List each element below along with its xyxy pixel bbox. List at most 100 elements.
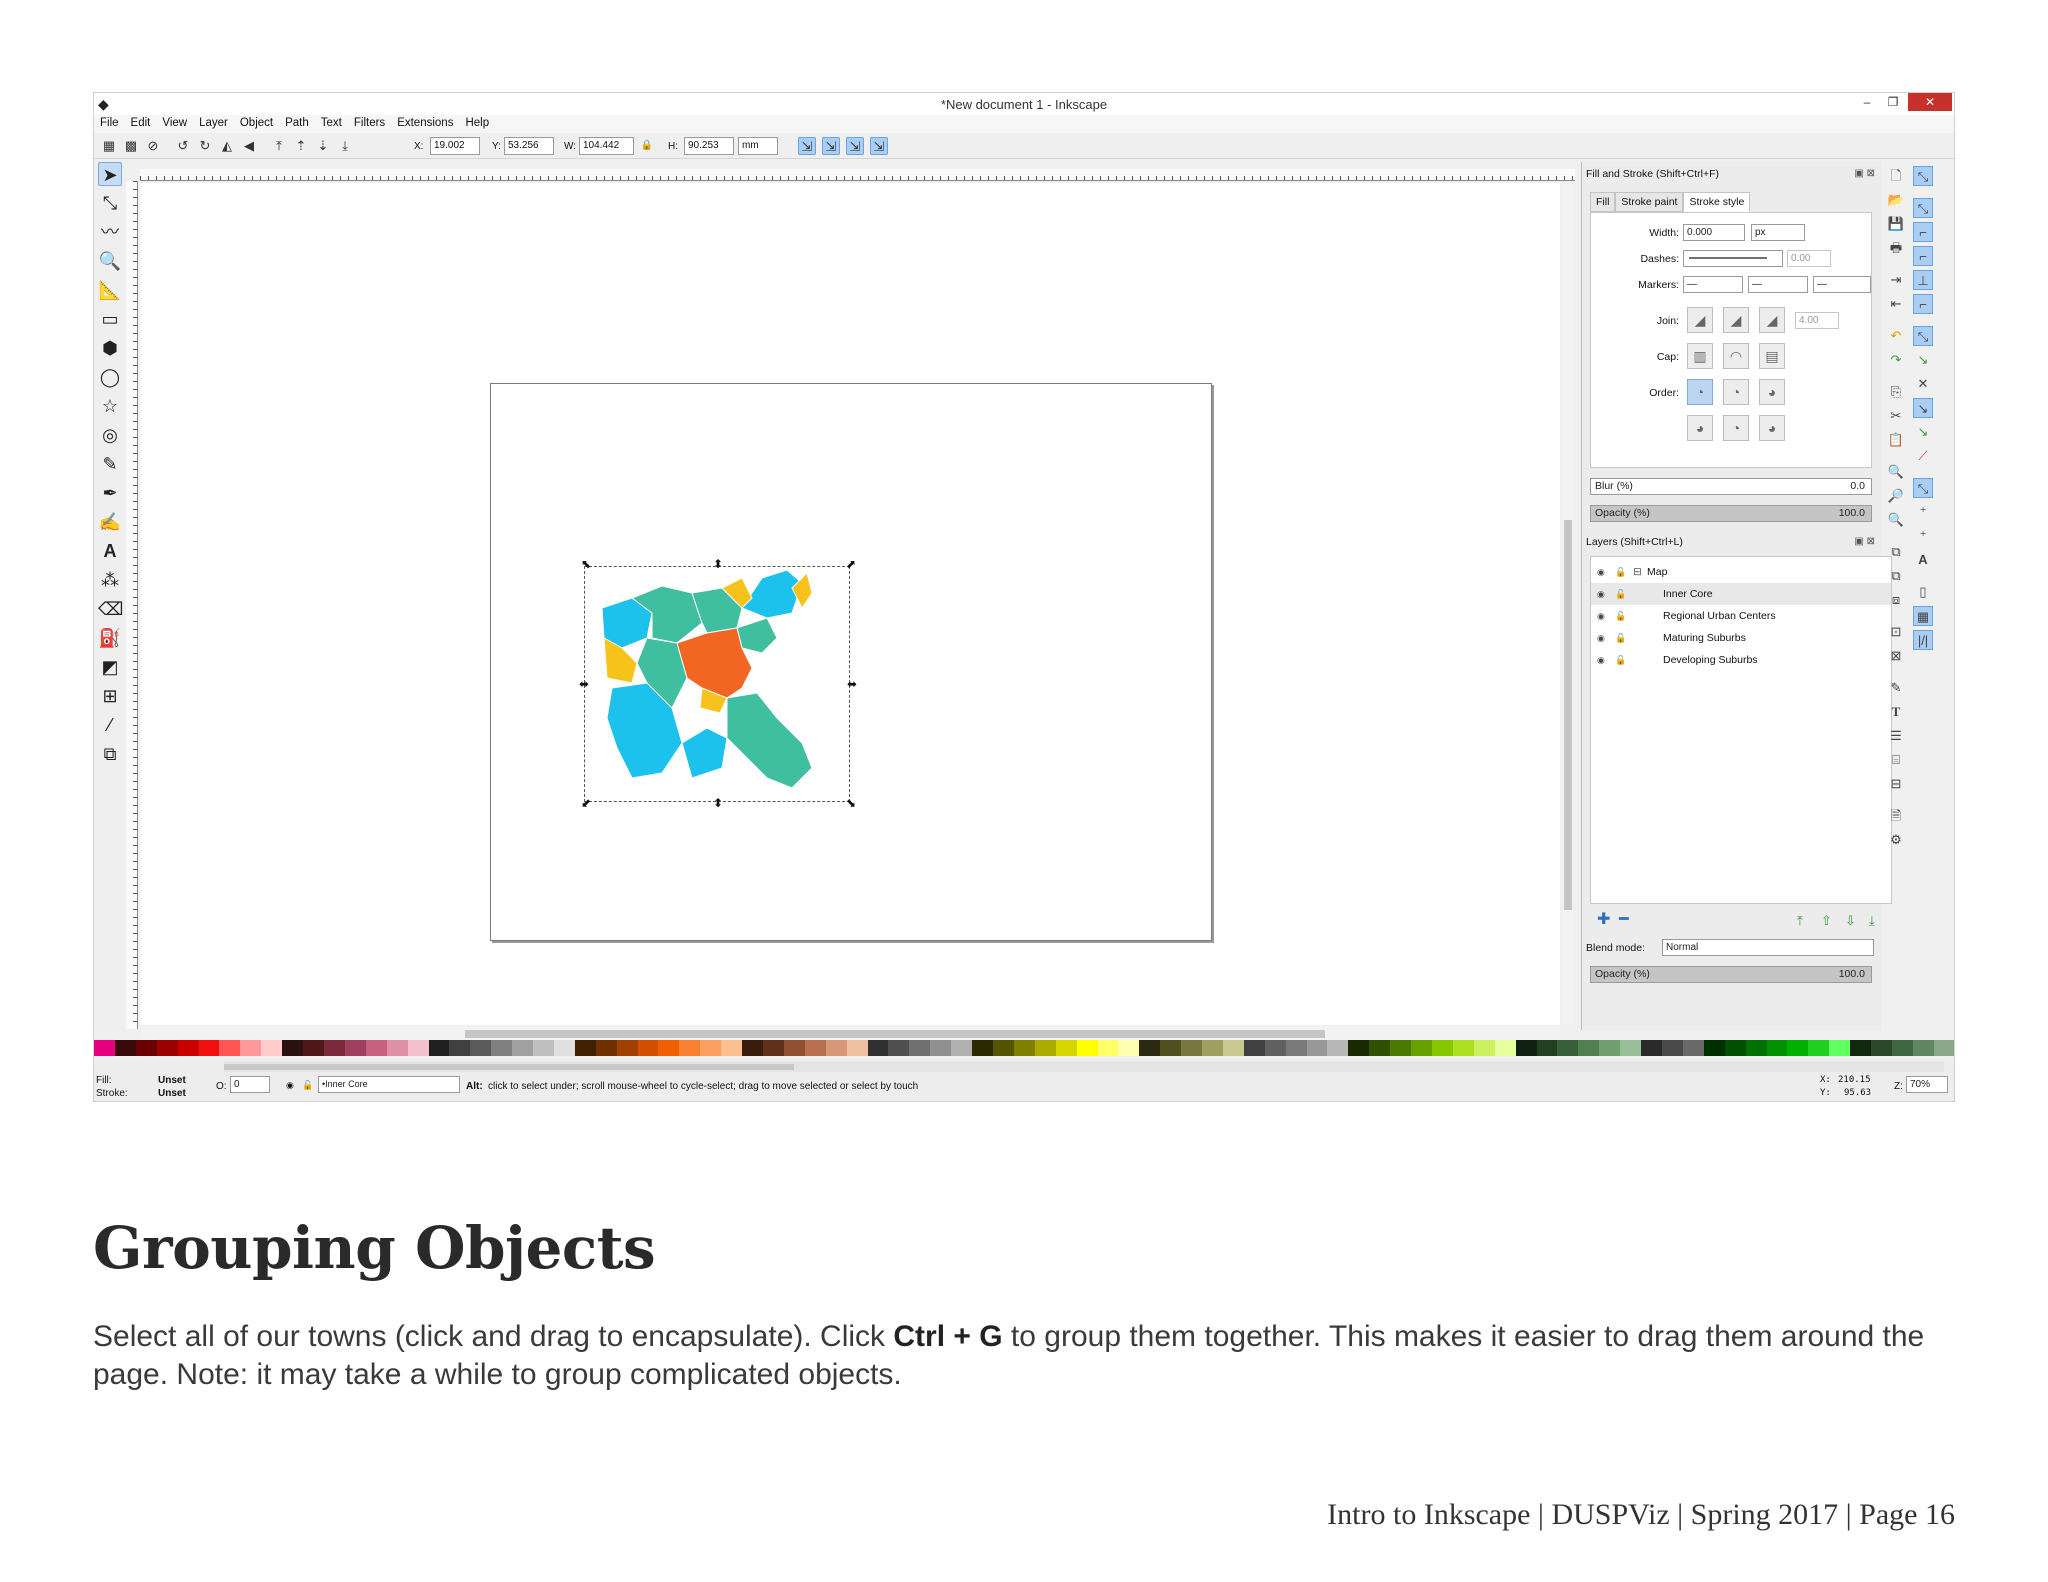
deselect-icon[interactable]: ⊘	[144, 137, 162, 155]
palette-swatch[interactable]	[303, 1040, 324, 1056]
raise-icon[interactable]: ⇡	[292, 137, 310, 155]
snap-rotation-center-icon[interactable]: ⁺	[1913, 502, 1933, 522]
lock-icon[interactable]: 🔓	[1615, 583, 1626, 605]
palette-swatch[interactable]	[177, 1040, 199, 1056]
mid-marker-select[interactable]: —	[1748, 276, 1808, 293]
palette-swatch[interactable]	[658, 1040, 680, 1056]
palette-swatch[interactable]	[240, 1040, 262, 1056]
palette-swatch[interactable]	[1055, 1040, 1077, 1056]
palette-swatch[interactable]	[930, 1040, 952, 1056]
fill-stroke-panel-buttons[interactable]: ▣ ⊠	[1854, 168, 1875, 179]
snap-guides-icon[interactable]: |/|	[1913, 630, 1933, 650]
horizontal-ruler[interactable]	[140, 169, 1575, 181]
dash-offset-input[interactable]: 0.00	[1787, 250, 1831, 267]
palette-swatch[interactable]	[867, 1040, 889, 1056]
tab-stroke-paint[interactable]: Stroke paint	[1615, 192, 1684, 212]
ungroup-icon[interactable]: ⊠	[1886, 646, 1906, 666]
palette-swatch[interactable]	[763, 1040, 784, 1056]
palette-swatch[interactable]	[1390, 1040, 1412, 1056]
open-icon[interactable]: 📂	[1886, 190, 1906, 210]
palette-swatch[interactable]	[1641, 1040, 1662, 1056]
cap-square-icon[interactable]: ▤	[1759, 343, 1785, 369]
palette-swatch[interactable]	[1808, 1040, 1830, 1056]
snap-text-icon[interactable]: A	[1913, 550, 1933, 570]
text-tool-icon[interactable]: A	[98, 539, 122, 563]
eraser-tool-icon[interactable]: ⌫	[98, 597, 123, 621]
miter-limit-input[interactable]: 4.00	[1795, 312, 1839, 329]
lock-icon[interactable]: 🔓	[1615, 627, 1626, 649]
x-input[interactable]: 19.002	[430, 137, 480, 155]
palette-swatch[interactable]	[553, 1040, 575, 1056]
preferences-icon[interactable]: ⚙	[1886, 830, 1906, 850]
scale-handle-right[interactable]: ⬌	[846, 678, 858, 690]
snap-cusp-nodes-icon[interactable]: ↘	[1913, 398, 1933, 418]
fill-indicator-value[interactable]: Unset	[158, 1075, 186, 1086]
scale-handle-bottom-right[interactable]: ⬊	[845, 797, 857, 809]
vertical-ruler[interactable]	[126, 181, 138, 1029]
scale-handle-left[interactable]: ⬌	[578, 678, 590, 690]
layer-to-top-icon[interactable]: ⤒	[1797, 913, 1803, 929]
palette-swatch[interactable]	[365, 1040, 387, 1056]
palette-swatch[interactable]	[595, 1040, 617, 1056]
node-tool-icon[interactable]: ⤡	[98, 191, 122, 215]
order-stroke-fill-markers-icon[interactable]: ◔	[1723, 379, 1749, 405]
dash-pattern-select[interactable]	[1683, 250, 1783, 267]
select-all-layers-icon[interactable]: ▩	[122, 137, 140, 155]
palette-swatch[interactable]	[1181, 1040, 1203, 1056]
palette-swatch[interactable]	[282, 1040, 304, 1056]
palette-swatch[interactable]	[972, 1040, 993, 1056]
snap-toggle-icon[interactable]: ⤡	[1913, 166, 1933, 186]
palette-swatch[interactable]	[156, 1040, 178, 1056]
snap-intersections-icon[interactable]: ✕	[1913, 374, 1933, 394]
palette-swatch[interactable]	[1452, 1040, 1474, 1056]
tab-fill[interactable]: Fill	[1590, 192, 1616, 212]
scale-handle-top-right[interactable]: ⬈	[845, 558, 857, 570]
scale-corners-icon[interactable]: ⇲	[822, 137, 840, 155]
order-markers-fill-stroke-icon[interactable]: ◕	[1687, 415, 1713, 441]
palette-swatch[interactable]	[135, 1040, 157, 1056]
palette-swatch[interactable]	[1306, 1040, 1328, 1056]
blur-slider[interactable]: Blur (%) 0.0	[1590, 478, 1872, 495]
width-input[interactable]: 104.442	[579, 137, 634, 155]
palette-swatch[interactable]	[909, 1040, 931, 1056]
cap-butt-icon[interactable]: ▥	[1687, 343, 1713, 369]
palette-swatch[interactable]	[1432, 1040, 1453, 1056]
dropper-tool-icon[interactable]: ⁄	[98, 713, 122, 737]
fill-stroke-opacity-slider[interactable]: Opacity (%) 100.0	[1590, 505, 1872, 522]
layer-lock-icon[interactable]: 🔓	[302, 1080, 313, 1091]
lock-icon[interactable]: 🔓	[1615, 605, 1626, 627]
export-icon[interactable]: ⇤	[1886, 294, 1906, 314]
spiral-tool-icon[interactable]: ◎	[98, 423, 122, 447]
palette-swatch[interactable]	[1829, 1040, 1851, 1056]
layer-row-inner-core[interactable]: ◉ 🔓 Inner Core	[1591, 583, 1891, 605]
layer-to-bottom-icon[interactable]: ⤓	[1869, 913, 1875, 929]
palette-swatch[interactable]	[846, 1040, 868, 1056]
palette-swatch[interactable]	[1766, 1040, 1788, 1056]
palette-swatch[interactable]	[1871, 1040, 1892, 1056]
snap-bbox-icon[interactable]: ⤡	[1913, 198, 1933, 218]
palette-swatch[interactable]	[1578, 1040, 1600, 1056]
layer-up-icon[interactable]: ⇧	[1821, 913, 1832, 929]
palette-swatch[interactable]	[1160, 1040, 1182, 1056]
palette-swatch[interactable]	[512, 1040, 534, 1056]
palette-swatch[interactable]	[574, 1040, 596, 1056]
palette-swatch[interactable]	[1891, 1040, 1913, 1056]
order-markers-stroke-fill-icon[interactable]: ◕	[1759, 415, 1785, 441]
menu-layer[interactable]: Layer	[193, 115, 234, 131]
snap-midpoints-icon[interactable]: ⟋	[1913, 446, 1933, 466]
layer-row-map[interactable]: ◉ 🔓 ⊟ Map	[1591, 561, 1891, 583]
palette-swatch[interactable]	[198, 1040, 220, 1056]
menu-path[interactable]: Path	[279, 115, 315, 131]
status-opacity-input[interactable]: 0	[230, 1076, 270, 1093]
lock-icon[interactable]: 🔓	[1615, 649, 1626, 671]
order-fill-stroke-markers-icon[interactable]: ◔	[1687, 379, 1713, 405]
start-marker-select[interactable]: —	[1683, 276, 1743, 293]
visibility-eye-icon[interactable]: ◉	[1597, 583, 1605, 605]
visibility-eye-icon[interactable]: ◉	[1597, 627, 1605, 649]
palette-swatch[interactable]	[637, 1040, 659, 1056]
end-marker-select[interactable]: —	[1813, 276, 1871, 293]
vertical-scroll-thumb[interactable]	[1564, 520, 1572, 910]
layer-row-maturing-suburbs[interactable]: ◉ 🔓 Maturing Suburbs	[1591, 627, 1891, 649]
save-icon[interactable]: 💾	[1886, 214, 1906, 234]
zoom-tool-icon[interactable]: 🔍	[98, 249, 122, 273]
